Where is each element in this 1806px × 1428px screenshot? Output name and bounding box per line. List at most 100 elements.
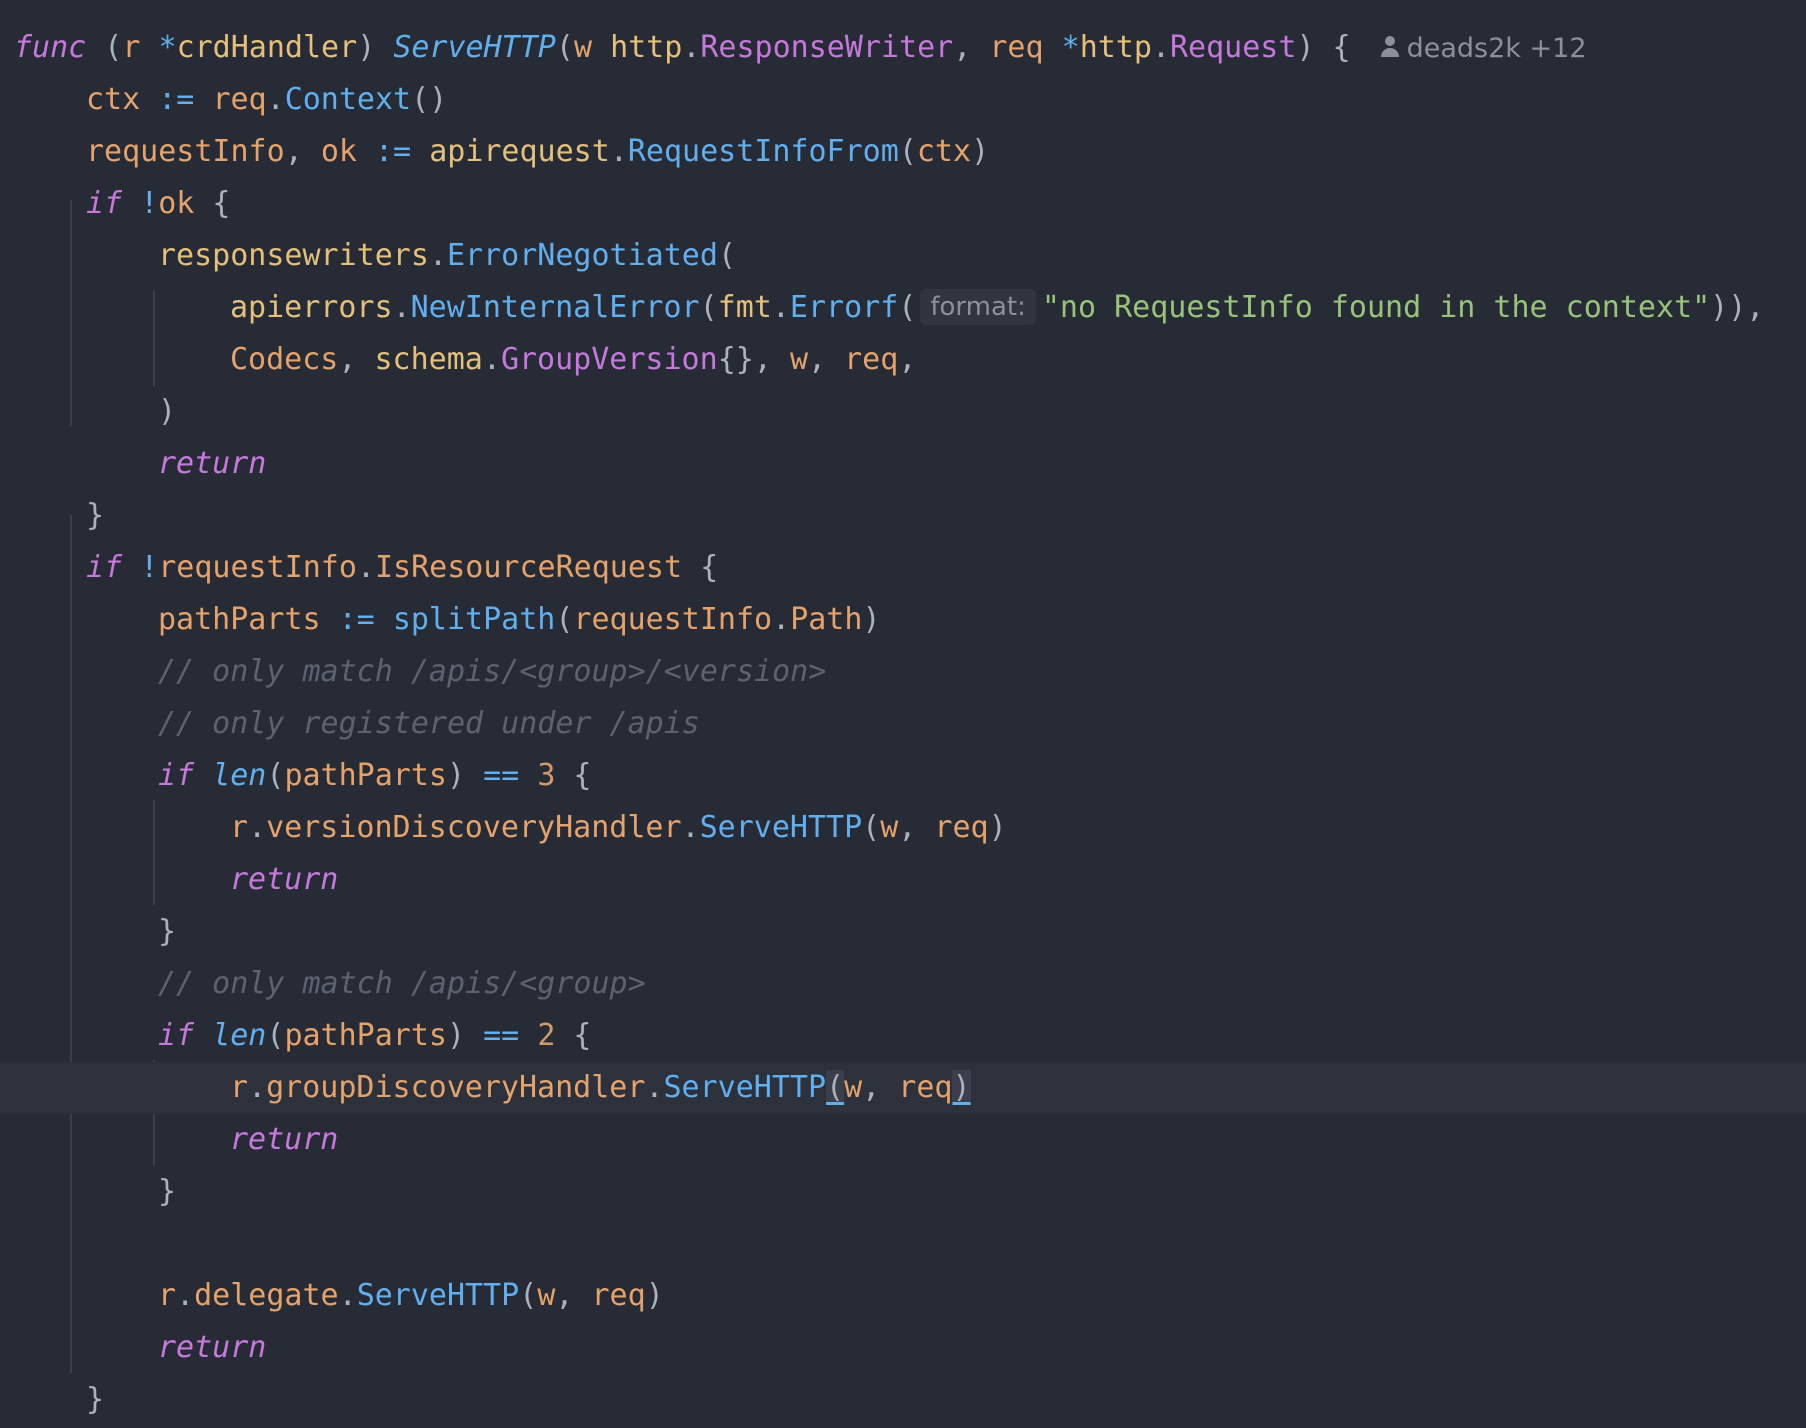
- code-line[interactable]: }: [0, 906, 1806, 958]
- var-token: r: [230, 810, 249, 845]
- string-token: "no RequestInfo found in the context": [1041, 290, 1711, 325]
- var-token: pathParts: [284, 1018, 447, 1053]
- punct-token: }: [158, 1174, 177, 1209]
- punct-token: [194, 758, 212, 793]
- punct-token: (: [717, 238, 736, 273]
- pointer-token: *: [158, 30, 177, 65]
- blame-count: +12: [1529, 33, 1587, 64]
- var-token: req: [212, 82, 267, 117]
- punct-token: (: [266, 1018, 285, 1053]
- code-line[interactable]: [0, 1218, 1806, 1270]
- comment-token: // only match /apis/<group>: [158, 966, 646, 1001]
- punct-token: (: [555, 602, 574, 637]
- keyword-token: if: [86, 186, 123, 221]
- punct-token: (: [898, 134, 917, 169]
- param-token: w: [573, 30, 592, 65]
- code-line[interactable]: return: [0, 1322, 1806, 1374]
- punct-token: .: [248, 810, 267, 845]
- code-line[interactable]: responsewriters.ErrorNegotiated(: [0, 230, 1806, 282]
- package-token: apirequest: [429, 134, 610, 169]
- keyword-token: func: [14, 30, 87, 65]
- punct-token: [321, 602, 339, 637]
- punct-token: [194, 1018, 212, 1053]
- punct-token: .: [338, 1278, 357, 1313]
- var-token: req: [844, 342, 899, 377]
- code-line[interactable]: return: [0, 438, 1806, 490]
- type-token: crdHandler: [176, 30, 358, 65]
- keyword-token: return: [230, 862, 339, 897]
- punct-token: [519, 758, 537, 793]
- method-token: ServeHTTP: [699, 810, 863, 845]
- number-token: 2: [537, 1018, 556, 1053]
- punct-token: ,: [555, 1278, 592, 1313]
- function-token: splitPath: [392, 602, 556, 637]
- field-token: IsResourceRequest: [375, 550, 683, 585]
- code-line[interactable]: // only registered under /apis: [0, 698, 1806, 750]
- punct-token: .: [392, 290, 411, 325]
- blame-author: deads2k: [1406, 33, 1521, 64]
- punct-token: [140, 82, 158, 117]
- var-token: r: [230, 1070, 249, 1105]
- method-token: ServeHTTP: [356, 1278, 520, 1313]
- var-token: ok: [320, 134, 357, 169]
- var-token: pathParts: [284, 758, 447, 793]
- code-line[interactable]: if len(pathParts) == 2 {: [0, 1010, 1806, 1062]
- operator-token: ==: [483, 758, 520, 793]
- code-line[interactable]: }: [0, 1374, 1806, 1426]
- punct-token: ) {: [1296, 30, 1351, 65]
- code-line[interactable]: apierrors.NewInternalError(fmt.Errorf(fo…: [0, 282, 1806, 334]
- code-line[interactable]: return: [0, 1114, 1806, 1166]
- punct-token: .: [266, 82, 285, 117]
- code-line[interactable]: // only match /apis/<group>: [0, 958, 1806, 1010]
- package-token: fmt: [717, 290, 772, 325]
- punct-token: (: [519, 1278, 538, 1313]
- punct-token: ): [862, 602, 881, 637]
- field-token: Path: [790, 602, 863, 637]
- punct-token: {: [555, 1018, 592, 1053]
- code-line[interactable]: pathParts := splitPath(requestInfo.Path): [0, 594, 1806, 646]
- punct-token: ,: [338, 342, 375, 377]
- code-line[interactable]: if !ok {: [0, 178, 1806, 230]
- operator-token: :=: [338, 602, 375, 637]
- code-editor[interactable]: func (r *crdHandler) ServeHTTP(w http.Re…: [0, 0, 1806, 1428]
- punct-token: (: [898, 290, 917, 325]
- code-line[interactable]: if len(pathParts) == 3 {: [0, 750, 1806, 802]
- code-line[interactable]: ): [0, 386, 1806, 438]
- code-line[interactable]: }: [0, 1166, 1806, 1218]
- current-code-line[interactable]: r.groupDiscoveryHandler.ServeHTTP(w, req…: [0, 1062, 1806, 1114]
- code-line[interactable]: func (r *crdHandler) ServeHTTP(w http.Re…: [0, 22, 1806, 74]
- var-token: r: [158, 1278, 177, 1313]
- keyword-token: if: [86, 550, 123, 585]
- var-token: requestInfo: [158, 550, 357, 585]
- person-icon: [1380, 36, 1399, 58]
- code-line[interactable]: // only match /apis/<group>/<version>: [0, 646, 1806, 698]
- code-line[interactable]: Codecs, schema.GroupVersion{}, w, req,: [0, 334, 1806, 386]
- code-line[interactable]: }: [0, 490, 1806, 542]
- punct-token: [375, 602, 393, 637]
- punct-token: {: [555, 758, 592, 793]
- punct-token: [357, 134, 375, 169]
- punct-token: .: [176, 1278, 195, 1313]
- code-line[interactable]: ctx := req.Context(): [0, 74, 1806, 126]
- punct-token: (: [266, 758, 285, 793]
- operator-token: ==: [483, 1018, 520, 1053]
- code-line[interactable]: requestInfo, ok := apirequest.RequestInf…: [0, 126, 1806, 178]
- code-line[interactable]: r.delegate.ServeHTTP(w, req): [0, 1270, 1806, 1322]
- punct-token: }: [86, 1382, 105, 1417]
- blame-annotation[interactable]: deads2k +12: [1380, 23, 1587, 75]
- keyword-token: return: [158, 1330, 267, 1365]
- code-line[interactable]: r.versionDiscoveryHandler.ServeHTTP(w, r…: [0, 802, 1806, 854]
- punct-token: ): [645, 1278, 664, 1313]
- punct-token: }: [158, 914, 177, 949]
- var-token: requestInfo: [573, 602, 773, 637]
- punct-token: {: [682, 550, 719, 585]
- punct-token: ): [447, 1018, 484, 1053]
- punct-token: .: [771, 290, 790, 325]
- punct-token: .: [609, 134, 628, 169]
- var-token: w: [880, 810, 899, 845]
- operator-token: !: [140, 550, 159, 585]
- punct-token: (): [411, 82, 448, 117]
- code-line[interactable]: return: [0, 854, 1806, 906]
- punct-token: ): [988, 810, 1007, 845]
- code-line[interactable]: if !requestInfo.IsResourceRequest {: [0, 542, 1806, 594]
